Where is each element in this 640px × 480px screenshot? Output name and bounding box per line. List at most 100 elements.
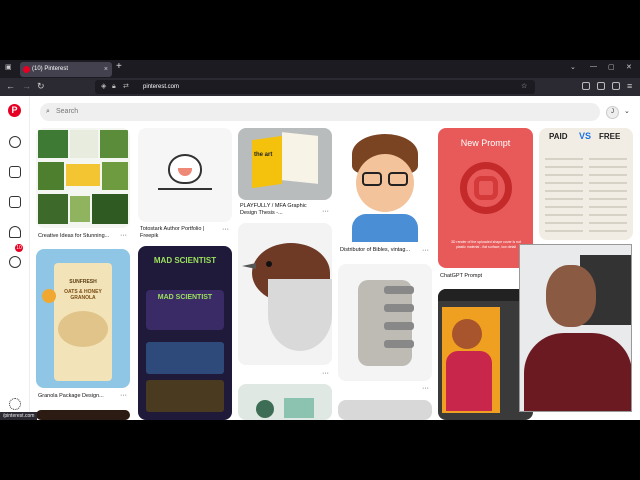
pin-granola-package[interactable]: SUNFRESH OATS & HONEY GRANOLA	[36, 249, 130, 388]
pin-image-tile	[284, 398, 314, 418]
mad-scientist-title-2: MAD SCIENTIST	[157, 294, 213, 301]
notifications-icon[interactable]	[9, 226, 21, 238]
more-options-icon[interactable]: ···	[322, 208, 329, 215]
pin-mad-scientist[interactable]: MAD SCIENTIST MAD SCIENTIST	[138, 246, 232, 420]
pin-caption[interactable]: Distributor of Bibles, vintag...	[340, 247, 420, 254]
honey-jar-shape	[42, 289, 56, 303]
boards-icon[interactable]	[9, 166, 21, 178]
tab-bar: ▣ (10) Pinterest × + ⌄ — ▢ ✕	[0, 60, 640, 78]
screen: ▣ (10) Pinterest × + ⌄ — ▢ ✕ ← → ↻ ◈ 🔒︎ …	[0, 60, 640, 420]
lock-icon[interactable]: 🔒︎	[112, 80, 116, 94]
close-window-icon[interactable]: ✕	[626, 63, 632, 71]
shield-icon[interactable]: ◈	[101, 80, 106, 94]
nav-bar: ← → ↻ ◈ 🔒︎ ⇄ pinterest.com ☆ ≡	[0, 78, 640, 96]
minimize-icon[interactable]: —	[590, 63, 597, 70]
more-options-icon[interactable]: ···	[120, 392, 127, 399]
bird-eye-shape	[266, 261, 272, 267]
create-icon[interactable]	[9, 196, 21, 208]
tab-list-icon[interactable]: ▣	[5, 63, 12, 71]
prompt-title: New Prompt	[460, 138, 511, 148]
pin-caption[interactable]: PLAYFULLY / MFA Graphic Design Thesis -.…	[240, 203, 320, 217]
pin-image-tile	[66, 164, 100, 186]
pin-partial[interactable]	[36, 410, 130, 420]
pin-image-tile	[102, 162, 128, 190]
pin-partial[interactable]	[238, 384, 332, 420]
free-label: FREE	[599, 132, 621, 141]
prompt-subtext: 3D render of the uploaded shape cover is…	[450, 240, 522, 249]
close-tab-icon[interactable]: ×	[104, 62, 108, 77]
openai-logo-inner-icon	[474, 176, 498, 200]
person-head-shape	[546, 265, 596, 327]
more-options-icon[interactable]: ···	[222, 226, 229, 233]
pin-bird-illustration[interactable]	[238, 223, 332, 365]
free-list	[589, 152, 627, 234]
menu-icon[interactable]: ≡	[627, 81, 632, 91]
settings-gear-icon[interactable]	[9, 398, 21, 410]
back-icon[interactable]: ←	[6, 81, 15, 91]
more-options-icon[interactable]: ···	[422, 385, 429, 392]
new-tab-icon[interactable]: +	[116, 61, 122, 72]
glasses-left-shape	[362, 172, 382, 186]
chevron-down-icon[interactable]: ⌄	[570, 63, 576, 71]
bookmark-star-icon[interactable]: ☆	[521, 80, 527, 94]
messages-icon[interactable]	[9, 256, 21, 268]
status-bar-url: /pinterest.com	[0, 412, 38, 420]
glasses-right-shape	[388, 172, 408, 186]
pin-caption[interactable]: ChatGPT Prompt	[440, 273, 520, 280]
pin-caption[interactable]: Totostark Author Portfolio | Freepik	[140, 226, 220, 240]
pin-image-tile	[70, 196, 90, 222]
book-page-right	[282, 132, 318, 184]
explore-icon[interactable]	[9, 136, 21, 148]
more-options-icon[interactable]: ···	[422, 247, 429, 254]
pin-image-tile	[100, 130, 128, 158]
pin-creative-ideas[interactable]	[36, 128, 130, 228]
pin-image-tile	[38, 194, 68, 224]
pin-playfully-thesis[interactable]: the art	[238, 128, 332, 200]
pin-image-tile	[38, 162, 64, 190]
mad-scientist-title: MAD SCIENTIST	[153, 256, 217, 265]
pin-caption[interactable]: Granola Package Design...	[38, 393, 120, 400]
address-bar[interactable]: ◈ 🔒︎ ⇄ pinterest.com ☆	[95, 80, 535, 94]
ring-shape	[384, 322, 414, 330]
avatar[interactable]: J	[606, 106, 619, 119]
maximize-icon[interactable]: ▢	[608, 63, 615, 71]
extensions-icon[interactable]	[612, 82, 620, 90]
pin-caption[interactable]: Creative Ideas for Stunning...	[38, 233, 120, 240]
downloads-icon[interactable]	[582, 82, 590, 90]
more-options-icon[interactable]: ···	[322, 370, 329, 377]
granola-product: OATS & HONEY GRANOLA	[64, 289, 102, 301]
granola-brand: SUNFRESH	[69, 279, 97, 285]
person-shirt-shape	[524, 333, 631, 411]
more-options-icon[interactable]: ···	[120, 232, 127, 239]
account-chevron-down-icon[interactable]: ⌄	[624, 107, 630, 115]
forward-icon[interactable]: →	[22, 81, 31, 91]
game-level-shape	[146, 342, 224, 374]
pin-cartoon-boy[interactable]	[338, 128, 432, 242]
search-placeholder: Search	[56, 108, 79, 115]
pin-image-tile	[92, 194, 128, 224]
pin-image-tile	[256, 400, 274, 418]
search-input[interactable]: ⌕ Search	[40, 103, 600, 121]
permissions-icon[interactable]: ⇄	[123, 80, 129, 94]
browser-tab[interactable]: (10) Pinterest ×	[20, 62, 112, 77]
pin-image-tile	[70, 130, 98, 158]
book-page-left	[252, 135, 282, 189]
account-icon[interactable]	[597, 82, 605, 90]
paid-label: PAID	[549, 132, 568, 141]
webcam-overlay	[519, 244, 632, 412]
bird-beak-shape	[242, 263, 256, 269]
person-face-shape	[452, 319, 482, 349]
ring-shape	[384, 304, 414, 312]
pin-3d-object[interactable]	[338, 264, 432, 381]
pinterest-favicon-icon	[23, 66, 30, 73]
pin-partial[interactable]	[338, 400, 432, 420]
book-text: the art	[254, 152, 273, 158]
ring-shape	[384, 340, 414, 348]
pinterest-logo-icon[interactable]: P	[8, 104, 21, 117]
tab-title: (10) Pinterest	[32, 66, 69, 72]
pin-paid-vs-free[interactable]: PAID VS FREE	[539, 128, 633, 240]
pin-totostark-portfolio[interactable]	[138, 128, 232, 222]
granola-bowl-shape	[58, 311, 108, 347]
reload-icon[interactable]: ↻	[37, 81, 45, 92]
saree-shape	[446, 351, 492, 411]
